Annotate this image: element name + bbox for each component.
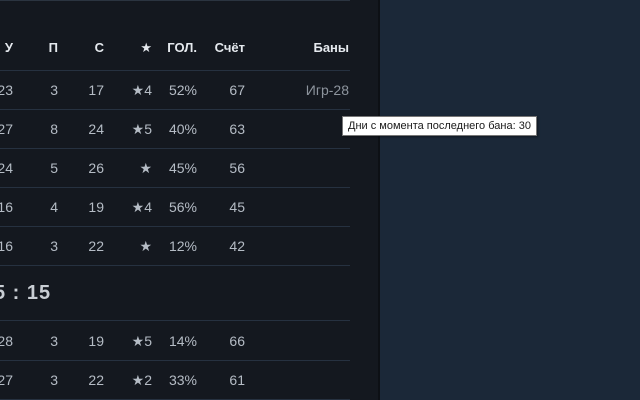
cell-score: 63: [229, 121, 245, 137]
cell-headshots: 12%: [168, 238, 197, 254]
cell-headshots: 40%: [168, 121, 197, 137]
cell-kills: 24: [88, 121, 104, 137]
cell-kills: 22: [88, 238, 104, 254]
cell-score: 45: [229, 199, 245, 215]
cell-wins: 16: [0, 238, 13, 254]
cell-losses: 5: [50, 160, 58, 176]
header-wins: У: [4, 40, 13, 55]
cell-headshots: 45%: [168, 160, 197, 176]
cell-bans: [262, 110, 349, 148]
match-score-row: 5 : 15: [0, 266, 350, 321]
cell-star: ★4: [131, 199, 152, 215]
cell-wins: 23: [0, 82, 13, 98]
cell-losses: 3: [50, 238, 58, 254]
cell-losses: 3: [50, 82, 58, 98]
table-row: 24 5 26 ★ 45% 56: [0, 149, 350, 188]
cell-score: 42: [229, 238, 245, 254]
cell-kills: 22: [88, 372, 104, 388]
cell-kills: 26: [88, 160, 104, 176]
cell-score: 56: [229, 160, 245, 176]
table-header: У П С ★ ГОЛ. Счёт Баны: [0, 25, 350, 71]
ban-tooltip: Дни с момента последнего бана: 30: [342, 116, 537, 136]
cell-star: ★5: [131, 333, 152, 349]
cell-wins: 27: [0, 121, 13, 137]
cell-kills: 17: [88, 82, 104, 98]
cell-kills: 19: [88, 333, 104, 349]
cell-wins: 27: [0, 372, 13, 388]
header-star-icon: ★: [140, 40, 152, 55]
cell-star: ★: [139, 238, 152, 254]
cell-bans: [262, 188, 349, 226]
cell-headshots: 52%: [168, 82, 197, 98]
panel-border: [378, 0, 380, 400]
scoreboard-panel: У П С ★ ГОЛ. Счёт Баны 23 3 17 ★4 52% 67…: [0, 0, 378, 400]
cell-headshots: 56%: [168, 199, 197, 215]
header-losses: П: [48, 40, 58, 55]
header-bans: Баны: [313, 40, 349, 55]
cell-losses: 3: [50, 333, 58, 349]
table-row: 27 8 24 ★5 40% 63: [0, 110, 350, 149]
cell-score: 61: [229, 372, 245, 388]
cell-wins: 28: [0, 333, 13, 349]
header-headshots: ГОЛ.: [167, 40, 197, 55]
cell-star: ★: [139, 160, 152, 176]
cell-wins: 16: [0, 199, 13, 215]
cell-kills: 19: [88, 199, 104, 215]
cell-score: 67: [229, 82, 245, 98]
cell-losses: 4: [50, 199, 58, 215]
cell-star: ★2: [131, 372, 152, 388]
cell-wins: 24: [0, 160, 13, 176]
top-divider: [0, 0, 350, 1]
cell-bans: [262, 149, 349, 187]
cell-bans: [262, 361, 349, 399]
cell-bans[interactable]: Игр-28: [262, 71, 349, 109]
header-score: Счёт: [214, 40, 245, 55]
header-kills: С: [94, 40, 104, 55]
table-row: 27 3 22 ★2 33% 61: [0, 361, 350, 400]
table-row: 16 3 22 ★ 12% 42: [0, 227, 350, 266]
table-row: 16 4 19 ★4 56% 45: [0, 188, 350, 227]
cell-losses: 8: [50, 121, 58, 137]
cell-score: 66: [229, 333, 245, 349]
match-score: 5 : 15: [0, 282, 52, 304]
cell-headshots: 33%: [168, 372, 197, 388]
cell-star: ★4: [131, 82, 152, 98]
cell-losses: 3: [50, 372, 58, 388]
cell-star: ★5: [131, 121, 152, 137]
table-row: 28 3 19 ★5 14% 66: [0, 322, 350, 361]
table-row: 23 3 17 ★4 52% 67 Игр-28: [0, 71, 350, 110]
cell-bans: [262, 227, 349, 265]
cell-headshots: 14%: [168, 333, 197, 349]
cell-bans: [262, 322, 349, 360]
